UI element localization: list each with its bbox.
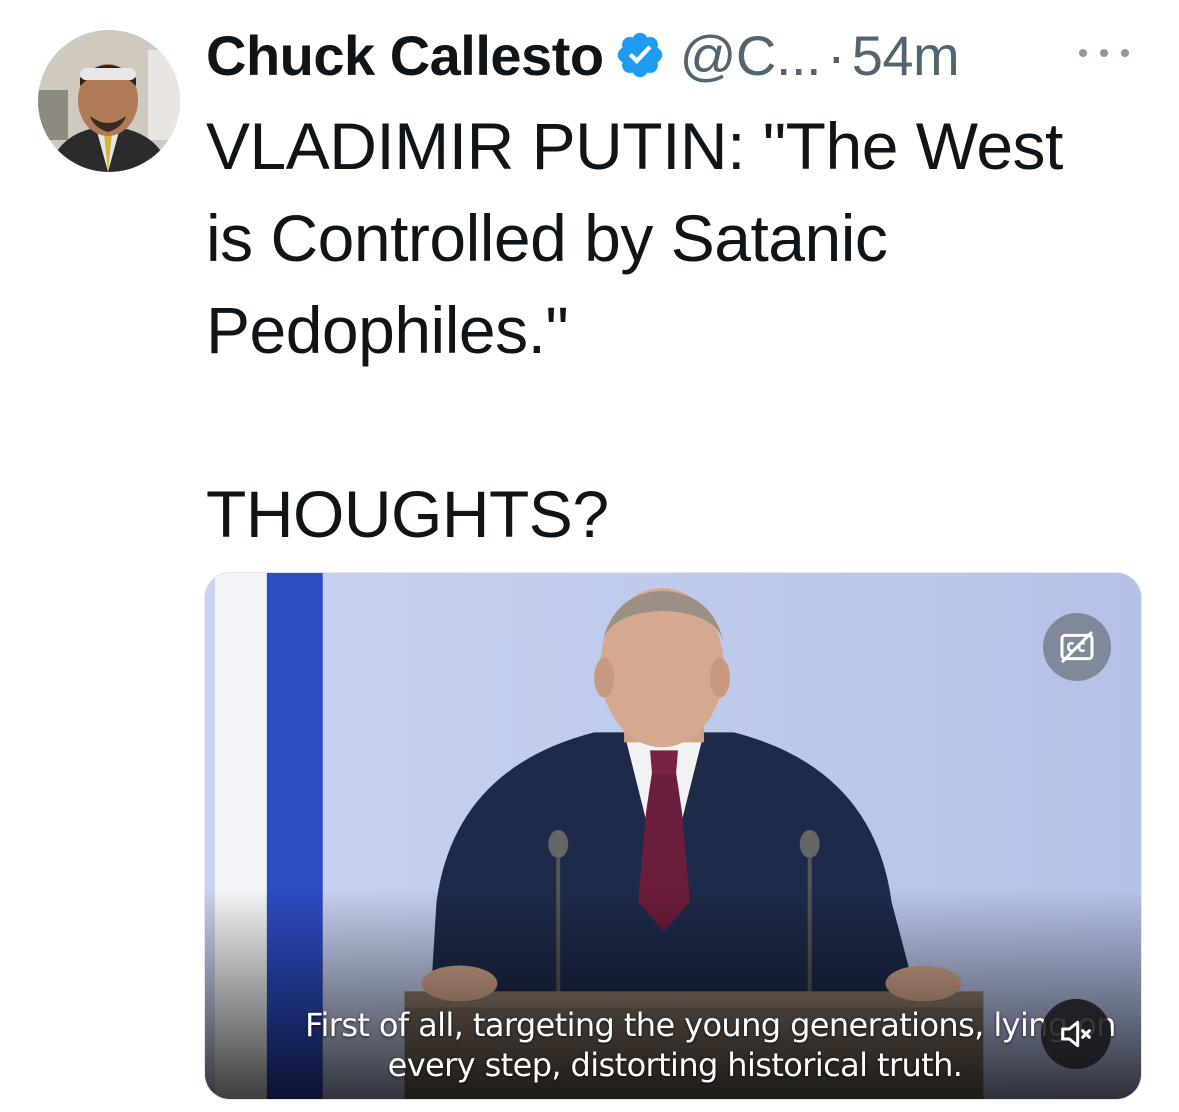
verified-badge-icon [614,29,666,81]
tweet-text-line: is Controlled by Satanic [206,201,888,275]
more-dot [1121,49,1129,57]
tweet-header: Chuck Callesto @C... · 54m [206,18,1139,92]
video-player[interactable]: First of all, targeting the young genera… [204,572,1142,1100]
speaker-muted-icon[interactable] [1041,999,1111,1069]
separator-dot: · [827,23,846,87]
tweet-text-line: Pedophiles." [206,293,569,367]
avatar-image [38,30,180,172]
closed-captions-off-icon[interactable] [1043,613,1111,681]
video-subtitle: First of all, targeting the young genera… [305,1005,1116,1085]
tweet-timestamp[interactable]: 54m [852,23,960,88]
author-display-name[interactable]: Chuck Callesto [206,23,604,88]
more-options-icon[interactable] [1079,38,1129,68]
tweet[interactable]: Chuck Callesto @C... · 54m VLADIMIR PUTI… [0,0,1179,1112]
subtitle-line: First of all, targeting the young genera… [305,1006,1116,1044]
more-dot [1079,49,1087,57]
tweet-text-closing-line: THOUGHTS? [206,477,609,551]
more-dot [1100,49,1108,57]
tweet-text: VLADIMIR PUTIN: "The West is Controlled … [206,100,1156,560]
tweet-text-line: VLADIMIR PUTIN: "The West [206,109,1063,183]
subtitle-line: every step, distorting historical truth. [387,1046,963,1084]
avatar[interactable] [38,30,180,172]
author-handle[interactable]: @C... [680,23,822,88]
